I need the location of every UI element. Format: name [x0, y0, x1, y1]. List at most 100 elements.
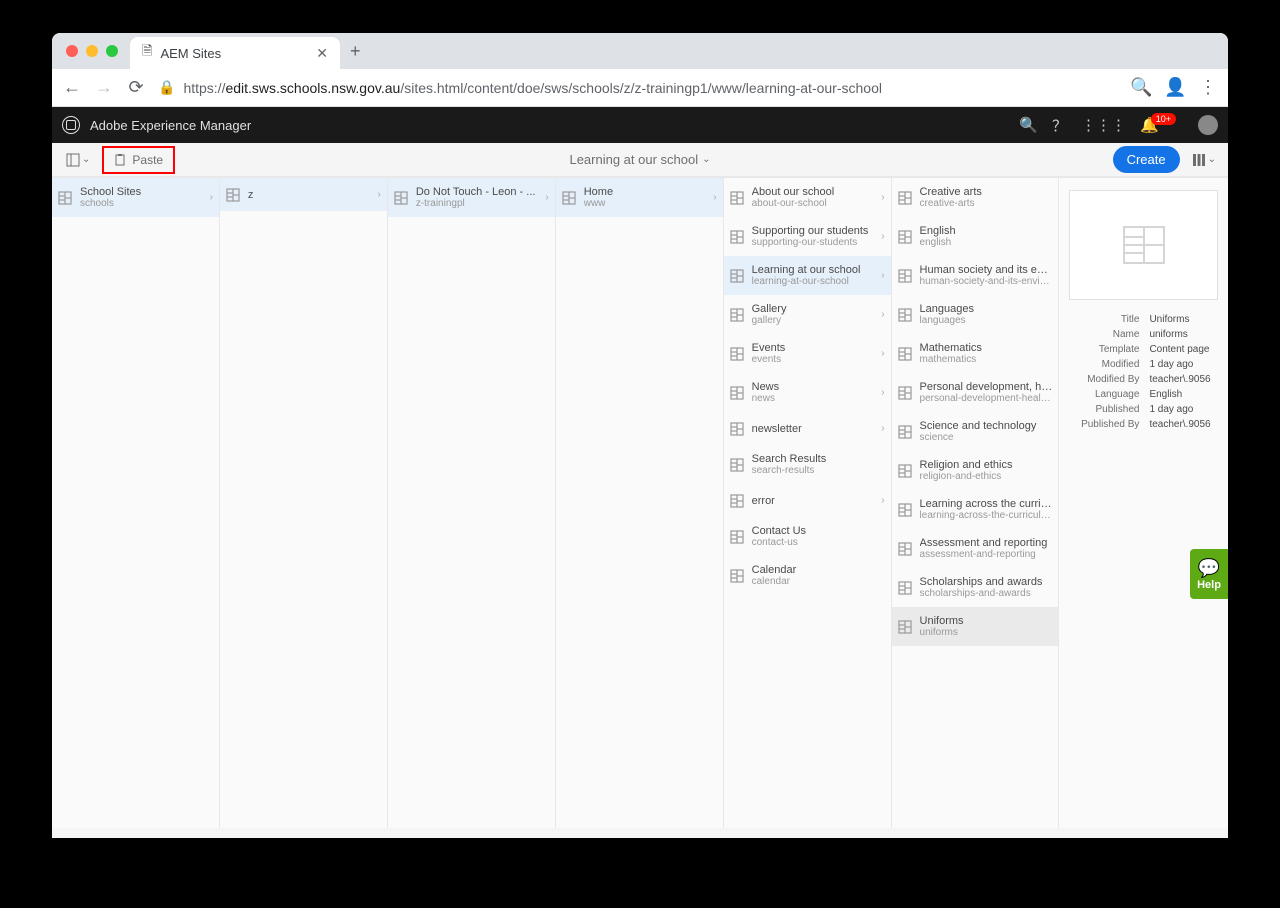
item-name: scholarships-and-awards: [920, 588, 1053, 599]
item-name: assessment-and-reporting: [920, 549, 1053, 560]
column-item[interactable]: Science and technology science: [892, 412, 1059, 451]
column-item[interactable]: z ›: [220, 178, 387, 211]
item-name: religion-and-ethics: [920, 471, 1053, 482]
item-name: human-society-and-its-enviro...: [920, 276, 1053, 287]
column-item[interactable]: Personal development, health ... persona…: [892, 373, 1059, 412]
create-button[interactable]: Create: [1113, 146, 1180, 173]
browser-tab[interactable]: 🗎 AEM Sites ✕: [130, 37, 340, 69]
column-item[interactable]: English english: [892, 217, 1059, 256]
back-button[interactable]: ←: [62, 77, 82, 98]
column-item[interactable]: Calendar calendar: [724, 556, 891, 595]
column-item[interactable]: Creative arts creative-arts: [892, 178, 1059, 217]
zoom-icon[interactable]: 🔍: [1130, 77, 1150, 98]
column-item[interactable]: Mathematics mathematics: [892, 334, 1059, 373]
breadcrumb[interactable]: Learning at our school ⌄: [569, 152, 710, 167]
item-title: Religion and ethics: [920, 459, 1053, 471]
lock-icon: 🔒: [158, 79, 175, 96]
column-item[interactable]: Learning across the curriculum learning-…: [892, 490, 1059, 529]
column-item[interactable]: Gallery gallery ›: [724, 295, 891, 334]
page-icon: [898, 191, 912, 205]
column: Do Not Touch - Leon - ... z-trainingpl ›: [388, 178, 556, 828]
item-name: languages: [920, 315, 1053, 326]
chevron-right-icon: ›: [377, 189, 380, 200]
column-item[interactable]: Languages languages: [892, 295, 1059, 334]
column-view: School Sites schools › z › Do Not Touch …: [52, 177, 1228, 828]
column-item[interactable]: Supporting our students supporting-our-s…: [724, 217, 891, 256]
item-title: Supporting our students: [752, 225, 885, 237]
page-icon: [730, 569, 744, 583]
chat-icon: 💬: [1198, 558, 1220, 579]
meta-key: Published By: [1069, 419, 1139, 430]
column-item[interactable]: Home www ›: [556, 178, 723, 217]
close-window-icon[interactable]: [66, 45, 78, 57]
column-item[interactable]: error ›: [724, 484, 891, 517]
page-icon: 🗎: [142, 42, 152, 64]
item-title: Science and technology: [920, 420, 1053, 432]
maximize-window-icon[interactable]: [106, 45, 118, 57]
page-icon: [898, 620, 912, 634]
help-icon[interactable]: ？: [1052, 115, 1067, 136]
chevron-right-icon: ›: [881, 423, 884, 434]
column-item[interactable]: News news ›: [724, 373, 891, 412]
item-name: english: [920, 237, 1053, 248]
page-icon: [898, 503, 912, 517]
item-name: events: [752, 354, 885, 365]
column-item[interactable]: About our school about-our-school ›: [724, 178, 891, 217]
url-bar[interactable]: 🔒 https://edit.sws.schools.nsw.gov.au/si…: [158, 79, 1118, 96]
browser-menu-icon[interactable]: ⋮: [1198, 77, 1218, 98]
new-tab-button[interactable]: +: [350, 41, 361, 62]
column-item[interactable]: Human society and its environ... human-s…: [892, 256, 1059, 295]
help-widget[interactable]: 💬 Help: [1190, 549, 1228, 599]
item-title: Do Not Touch - Leon - ...: [416, 186, 549, 198]
column-item[interactable]: newsletter ›: [724, 412, 891, 445]
user-avatar[interactable]: [1198, 115, 1218, 135]
item-name: news: [752, 393, 885, 404]
profile-icon[interactable]: 👤: [1164, 77, 1184, 98]
meta-value: 1 day ago: [1149, 404, 1193, 415]
view-switcher[interactable]: ⌄: [1188, 149, 1220, 171]
tab-title: AEM Sites: [160, 46, 221, 61]
column-item[interactable]: Scholarships and awards scholarships-and…: [892, 568, 1059, 607]
item-title: Events: [752, 342, 885, 354]
item-title: About our school: [752, 186, 885, 198]
column-item[interactable]: Assessment and reporting assessment-and-…: [892, 529, 1059, 568]
page-icon: [898, 230, 912, 244]
chevron-right-icon: ›: [713, 192, 716, 203]
close-tab-icon[interactable]: ✕: [316, 45, 328, 62]
rail-toggle-button[interactable]: ⌄: [60, 149, 96, 171]
page-icon: [730, 494, 744, 508]
item-title: Creative arts: [920, 186, 1053, 198]
column-item[interactable]: Contact Us contact-us: [724, 517, 891, 556]
meta-key: Published: [1069, 404, 1139, 415]
horizontal-scrollbar[interactable]: [52, 828, 1228, 838]
column: Creative arts creative-arts English engl…: [892, 178, 1060, 828]
item-name: personal-development-health...: [920, 393, 1053, 404]
minimize-window-icon[interactable]: [86, 45, 98, 57]
item-name: mathematics: [920, 354, 1053, 365]
chevron-right-icon: ›: [881, 231, 884, 242]
search-icon[interactable]: 🔍: [1019, 116, 1038, 134]
column-item[interactable]: Uniforms uniforms: [892, 607, 1059, 646]
page-icon: [898, 308, 912, 322]
column: z ›: [220, 178, 388, 828]
item-title: z: [248, 189, 381, 201]
meta-value: Uniforms: [1149, 314, 1189, 325]
column-item[interactable]: Do Not Touch - Leon - ... z-trainingpl ›: [388, 178, 555, 217]
column-item[interactable]: Events events ›: [724, 334, 891, 373]
page-icon: [562, 191, 576, 205]
forward-button[interactable]: →: [94, 77, 114, 98]
item-title: Languages: [920, 303, 1053, 315]
page-icon: [730, 386, 744, 400]
meta-value: teacher\.9056: [1149, 374, 1210, 385]
apps-icon[interactable]: ⋮⋮⋮: [1081, 116, 1126, 134]
page-icon: [394, 191, 408, 205]
meta-key: Title: [1069, 314, 1139, 325]
aem-logo-icon[interactable]: [62, 116, 80, 134]
column-item[interactable]: Search Results search-results: [724, 445, 891, 484]
paste-button[interactable]: Paste: [102, 146, 175, 174]
column-item[interactable]: Religion and ethics religion-and-ethics: [892, 451, 1059, 490]
reload-button[interactable]: ⟳: [126, 77, 146, 98]
column-item[interactable]: School Sites schools ›: [52, 178, 219, 217]
page-icon: [898, 347, 912, 361]
column-item[interactable]: Learning at our school learning-at-our-s…: [724, 256, 891, 295]
